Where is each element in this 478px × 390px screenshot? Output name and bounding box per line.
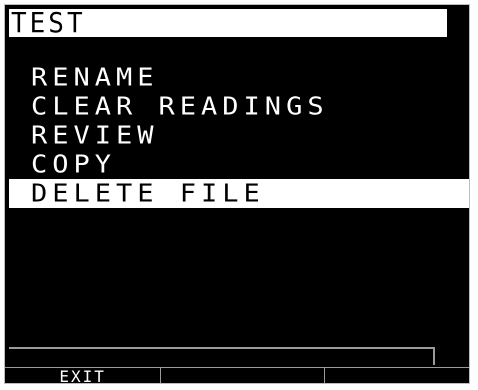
menu-item-review[interactable]: REVIEW	[5, 121, 469, 150]
softkey-3[interactable]	[323, 367, 469, 383]
softkey-exit[interactable]: EXIT	[5, 367, 161, 384]
menu-item-label: REVIEW	[31, 121, 159, 150]
file-menu: RENAME CLEAR READINGS REVIEW COPY DELETE…	[5, 63, 469, 208]
menu-item-label: RENAME	[31, 63, 159, 92]
menu-item-delete-file[interactable]: DELETE FILE	[9, 179, 469, 208]
softkey-label: EXIT	[59, 367, 106, 384]
menu-item-label: CLEAR READINGS	[31, 92, 329, 121]
softkey-bar: EXIT	[5, 367, 469, 384]
menu-item-clear-readings[interactable]: CLEAR READINGS	[5, 92, 469, 121]
menu-item-rename[interactable]: RENAME	[5, 63, 469, 92]
status-line	[9, 347, 435, 365]
file-title: TEST	[11, 7, 86, 40]
title-bar: TEST	[9, 7, 447, 40]
softkey-2[interactable]	[160, 367, 324, 383]
menu-item-copy[interactable]: COPY	[5, 150, 469, 179]
menu-item-label: COPY	[31, 150, 117, 179]
device-screen: TEST RENAME CLEAR READINGS REVIEW COPY D…	[4, 4, 470, 384]
menu-item-label: DELETE FILE	[31, 179, 265, 208]
